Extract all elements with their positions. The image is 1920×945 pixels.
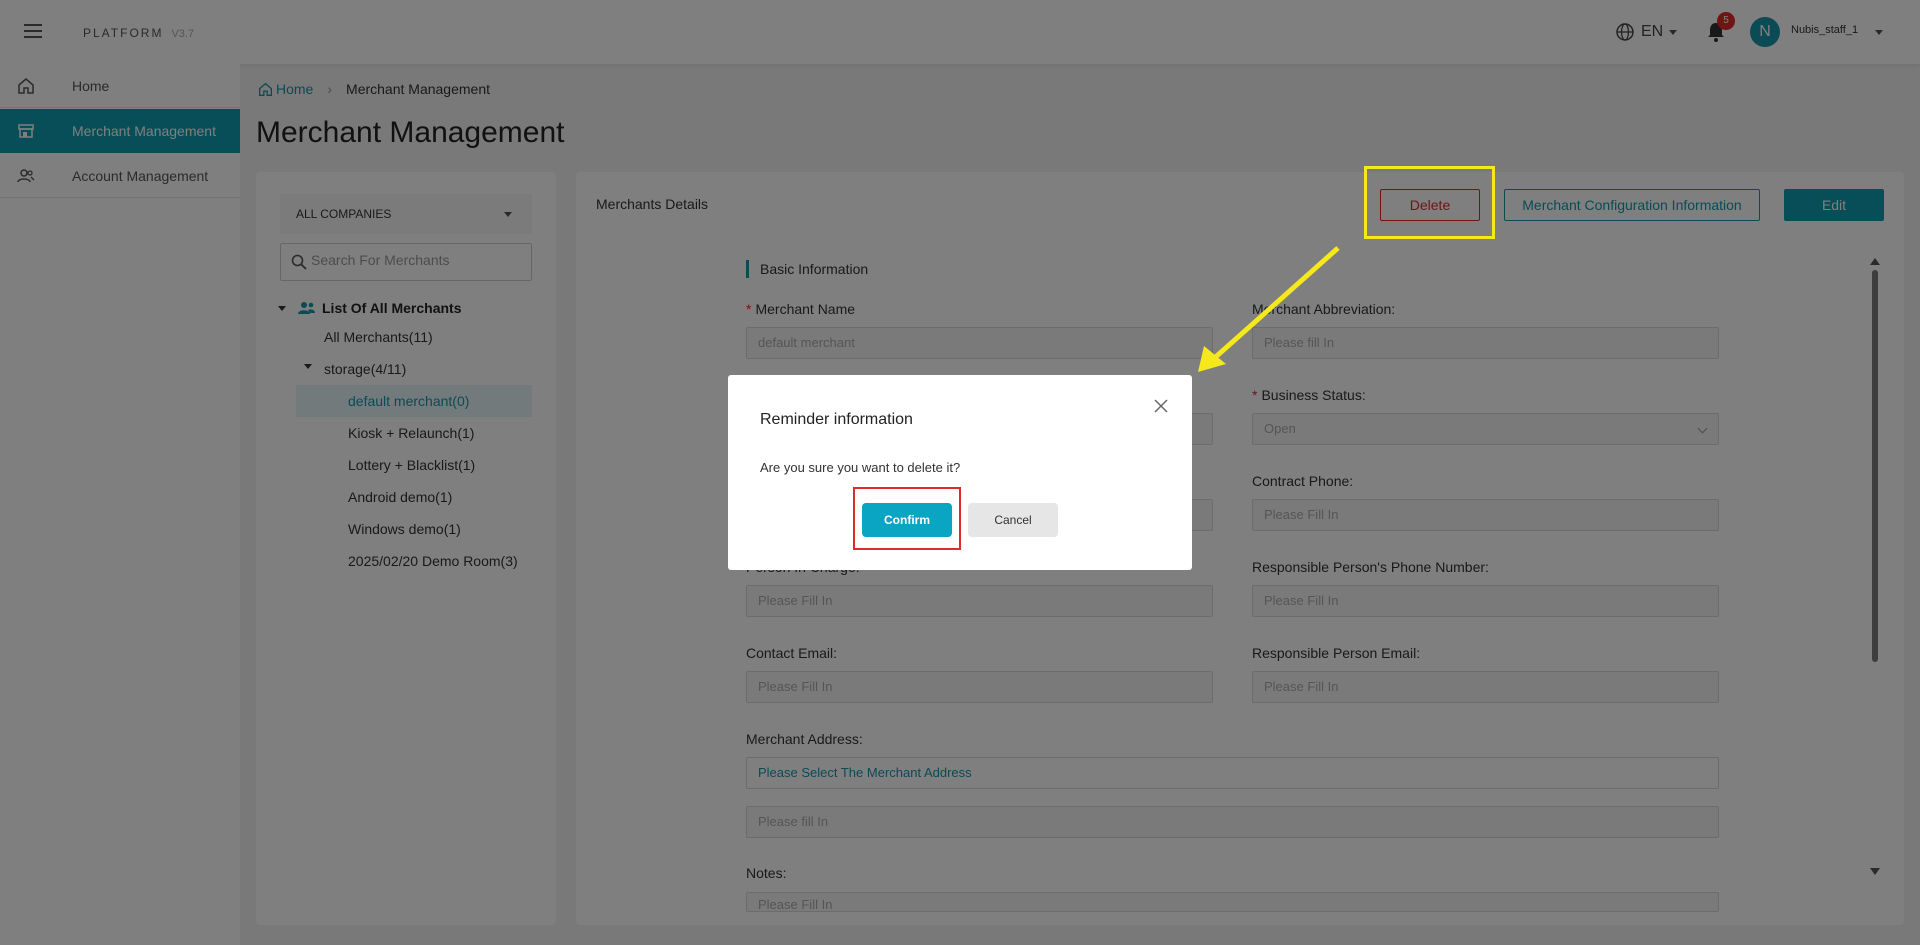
- cancel-button[interactable]: Cancel: [968, 503, 1058, 537]
- delete-highlight-box: [1364, 166, 1495, 239]
- close-icon[interactable]: [1153, 398, 1169, 414]
- annotation-arrow-icon: [1198, 246, 1340, 372]
- dialog-message: Are you sure you want to delete it?: [760, 460, 961, 475]
- dialog-title: Reminder information: [760, 411, 913, 428]
- confirm-highlight-box: [853, 487, 961, 550]
